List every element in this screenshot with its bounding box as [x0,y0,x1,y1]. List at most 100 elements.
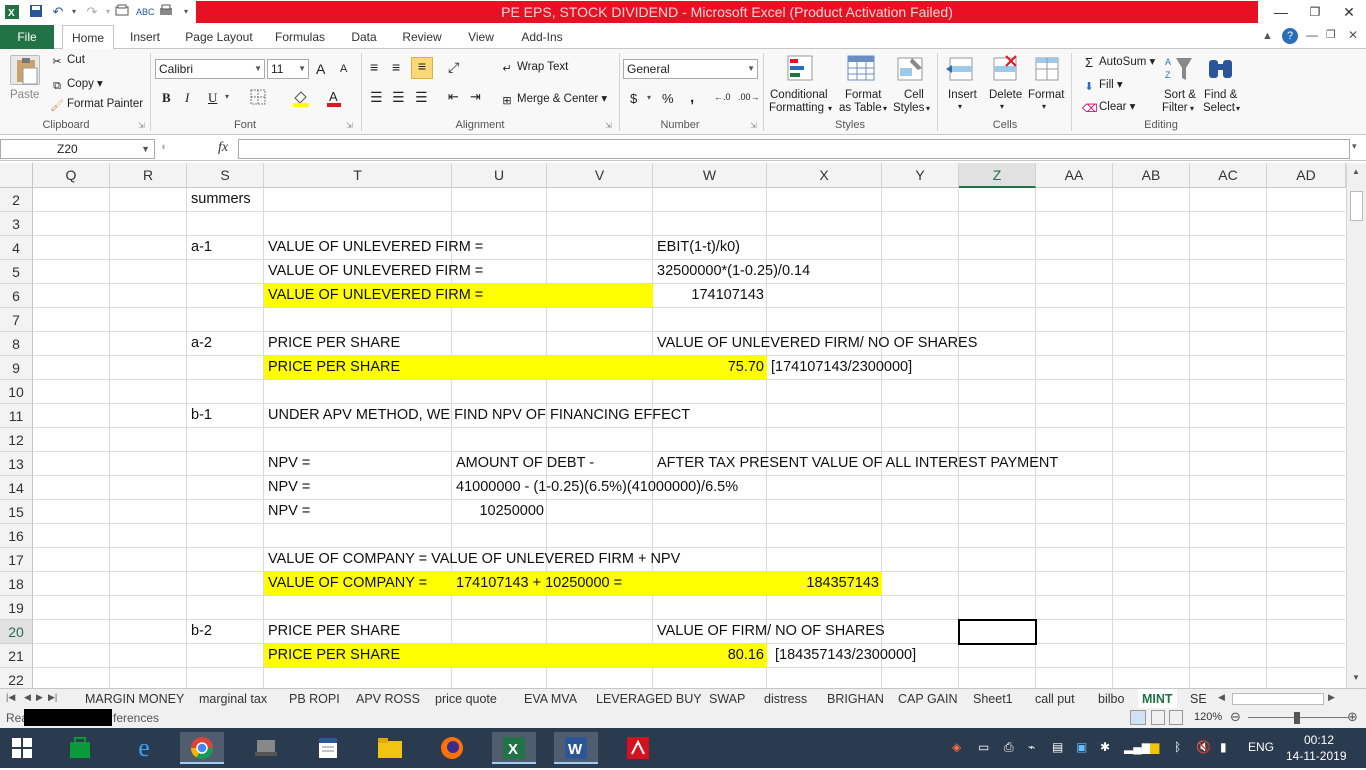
clear-button[interactable]: ⌫Clear ▾ [1082,99,1135,116]
cell-t18[interactable]: VALUE OF COMPANY = [268,572,427,595]
col-header[interactable]: U [452,163,547,188]
cell-u14[interactable]: 41000000 - (1-0.25)(6.5%)(41000000)/6.5% [456,476,738,499]
format-as-table-button[interactable]: Format [845,89,881,101]
sheet-tab[interactable]: SWAP [709,689,745,709]
quick-print-icon[interactable] [158,4,174,20]
zoom-slider-thumb[interactable] [1294,712,1300,724]
tray-network-icon[interactable]: ⌁ [1028,740,1035,754]
next-sheet-icon[interactable]: ▶ [36,692,43,703]
customize-qat-icon[interactable]: ▾ [178,4,194,20]
undo-icon[interactable]: ↶ [50,4,66,20]
cell-x18[interactable]: 184357143 [767,572,879,595]
cell-t4[interactable]: VALUE OF UNLEVERED FIRM = [268,236,483,259]
currency-button[interactable]: $ [630,91,637,106]
network-app-icon[interactable] [244,732,288,764]
font-launcher-icon[interactable]: ⇲ [346,121,353,130]
tray-device-icon[interactable]: ⎙ [1004,740,1014,755]
scrollbar-thumb[interactable] [1350,191,1363,221]
paste-icon[interactable] [10,55,40,85]
clipboard-launcher-icon[interactable]: ⇲ [138,121,145,130]
tab-formulas[interactable]: Formulas [270,25,330,49]
row-header[interactable]: 4 [0,236,33,260]
internet-explorer-icon[interactable]: e [122,732,166,764]
cell-x9[interactable]: [174107143/2300000] [771,356,912,379]
underline-button[interactable]: U [208,90,217,106]
increase-decimal-icon[interactable]: ←.0 [714,92,731,102]
cell-t8[interactable]: PRICE PER SHARE [268,332,400,355]
formula-input[interactable] [238,139,1350,159]
merge-center-button[interactable]: ⊞ Merge & Center ▾ [500,91,607,108]
sheet-tab[interactable]: LEVERAGED BUY [596,689,702,709]
cell-s2[interactable]: summers [191,188,251,211]
cell-w21[interactable]: 80.16 [653,644,764,667]
tab-add-ins[interactable]: Add-Ins [514,25,570,49]
cell-w8[interactable]: VALUE OF UNLEVERED FIRM/ NO OF SHARES [657,332,977,355]
row-header[interactable]: 6 [0,284,33,308]
cell-t6[interactable]: VALUE OF UNLEVERED FIRM = [268,284,483,307]
tab-view[interactable]: View [460,25,502,49]
sheet-tab[interactable]: PB ROPI [289,689,340,709]
insert-function-icon[interactable]: fx [218,140,228,156]
col-header[interactable]: Q [33,163,110,188]
fill-button[interactable]: ⬇ Fill ▾ [1082,77,1122,94]
cell-t17[interactable]: VALUE OF COMPANY = VALUE OF UNLEVERED FI… [268,548,680,571]
grow-font-button[interactable]: A [316,61,325,77]
cell-t21[interactable]: PRICE PER SHARE [268,644,400,667]
increase-indent-icon[interactable]: ⇥ [470,89,481,105]
vertical-scrollbar[interactable]: ▲ ▼ [1346,163,1366,688]
col-header[interactable]: V [547,163,653,188]
prev-sheet-icon[interactable]: ◀ [24,692,31,703]
bold-button[interactable]: B [162,90,171,106]
name-box[interactable]: Z20 ▼ [0,139,155,159]
cell-w6[interactable]: 174107143 [653,284,764,307]
col-header[interactable]: R [110,163,187,188]
col-header[interactable]: Y [882,163,959,188]
cell-x21[interactable]: [184357143/2300000] [775,644,916,667]
scroll-down-icon[interactable]: ▼ [1352,673,1360,682]
workbook-close-icon[interactable]: ✕ [1348,28,1358,42]
cell-w20[interactable]: VALUE OF FIRM/ NO OF SHARES [657,620,885,643]
sheet-tab[interactable]: EVA MVA [524,689,577,709]
excel-app-icon[interactable]: X [4,4,20,20]
row-header[interactable]: 2 [0,188,33,212]
clock-time[interactable]: 00:12 [1304,733,1334,747]
cell-styles-button[interactable]: Cell [904,89,924,101]
active-cell-z20[interactable] [958,619,1037,645]
first-sheet-icon[interactable]: |◀ [6,692,15,703]
cell-w13[interactable]: AFTER TAX PRESENT VALUE OF ALL INTEREST … [657,452,1058,475]
col-header[interactable]: S [187,163,264,188]
row-header[interactable]: 16 [0,524,33,548]
cell-s4[interactable]: a-1 [191,236,212,259]
tray-notes-icon[interactable]: ▆ [1150,740,1159,754]
conditional-formatting-icon[interactable] [786,54,816,84]
close-button[interactable]: ✕ [1332,0,1366,24]
col-header[interactable]: AD [1267,163,1346,188]
tray-security-icon[interactable]: ▣ [1076,740,1087,754]
cell-t9[interactable]: PRICE PER SHARE [268,356,400,379]
row-header[interactable]: 8 [0,332,33,356]
cell-s11[interactable]: b-1 [191,404,212,427]
page-break-view-icon[interactable] [1169,710,1183,725]
align-top-icon[interactable]: ≡ [370,59,378,75]
row-header[interactable]: 21 [0,644,33,668]
hscroll-right-icon[interactable]: ▶ [1328,692,1335,703]
sheet-tab[interactable]: CAP GAIN [898,689,958,709]
fill-color-icon[interactable] [292,89,310,110]
font-color-icon[interactable]: A [326,89,342,110]
row-header[interactable]: 5 [0,260,33,284]
excel-taskbar-icon[interactable]: X [492,732,536,764]
align-left-icon[interactable]: ☰ [370,89,383,106]
cell-u18[interactable]: 174107143 + 10250000 = [456,572,622,595]
tab-home[interactable]: Home [62,25,114,50]
col-header[interactable]: AB [1113,163,1190,188]
sheet-tab-active[interactable]: MINT [1138,689,1177,709]
row-header[interactable]: 14 [0,476,33,500]
align-right-icon[interactable]: ☰ [415,89,428,106]
battery-icon[interactable]: ▮ [1220,740,1227,754]
firefox-icon[interactable] [430,732,474,764]
tab-review[interactable]: Review [396,25,448,49]
windows-start-icon[interactable] [0,732,44,764]
word-taskbar-icon[interactable]: W [554,732,598,764]
format-as-table-icon[interactable] [846,54,876,84]
select-all-corner[interactable] [0,163,33,188]
